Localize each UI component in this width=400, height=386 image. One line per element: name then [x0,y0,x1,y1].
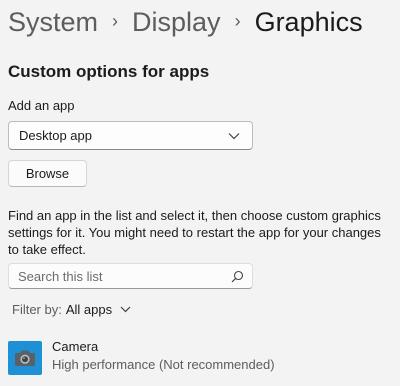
app-graphics-setting: High performance (Not recommended) [52,357,275,372]
chevron-down-icon [228,132,240,139]
help-text: Find an app in the list and select it, t… [8,208,381,257]
breadcrumb: System › Display › Graphics [8,4,363,40]
breadcrumb-separator-icon: › [234,11,241,31]
app-type-dropdown[interactable]: Desktop app [8,121,253,150]
chevron-down-icon [120,306,131,313]
dropdown-value: Desktop app [19,128,92,143]
filter-label: Filter by: [12,302,62,317]
breadcrumb-system[interactable]: System [8,4,98,40]
search-box[interactable] [8,263,253,289]
breadcrumb-display[interactable]: Display [132,4,221,40]
camera-icon [8,341,42,375]
breadcrumb-separator-icon: › [112,11,119,31]
list-item[interactable]: Camera High performance (Not recommended… [8,338,275,375]
app-name: Camera [52,339,99,354]
add-app-label: Add an app [8,98,75,113]
filter-value: All apps [65,302,113,317]
search-input[interactable] [18,268,218,284]
filter-dropdown[interactable]: Filter by: All apps [12,302,131,317]
page-title: Graphics [254,7,363,37]
browse-button[interactable]: Browse [8,160,87,187]
search-icon[interactable] [231,270,244,283]
section-title: Custom options for apps [8,62,210,81]
